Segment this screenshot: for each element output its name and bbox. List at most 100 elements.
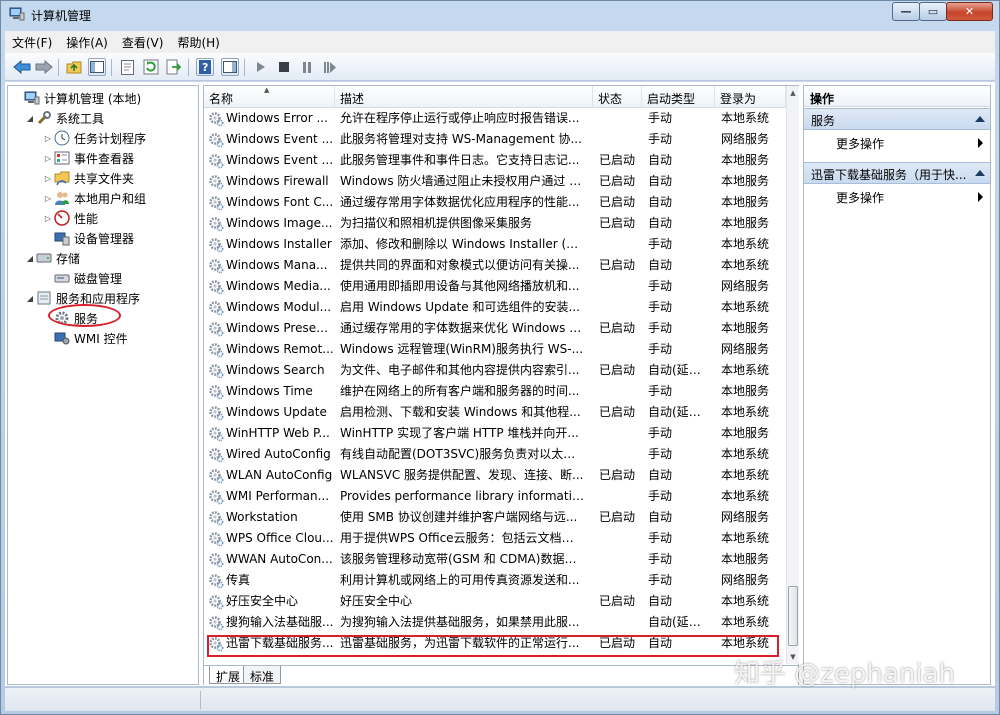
service-name: Windows Event ... [226,153,334,167]
tree-node[interactable]: ▷ 共享文件夹 [42,168,134,188]
table-row[interactable]: Windows Presen... 通过缓存常用的字体数据来优化 Windows … [204,318,786,339]
collapse-arrow-icon[interactable]: ◢ [24,114,36,123]
table-row[interactable]: Windows Time 维护在网络上的所有客户端和服务器的时间... 手动 本地服务 [204,381,786,402]
table-row[interactable]: Windows Firewall Windows 防火墙通过阻止未授权用户通过 I… [204,171,786,192]
column-header-log-on-as[interactable]: 登录为 [715,86,786,108]
collapse-caret-icon[interactable] [975,116,985,122]
table-row[interactable]: Windows Error ... 允许在程序停止运行或停止响应时报告错误... 手… [204,108,786,129]
collapse-arrow-icon[interactable]: ◢ [24,254,36,263]
menu-file[interactable]: 文件(F) [5,31,59,53]
tree-node[interactable]: ◢ 系统工具 [24,108,104,128]
table-row[interactable]: WLAN AutoConfig WLANSVC 服务提供配置、发现、连接、断...… [204,465,786,486]
table-row[interactable]: Windows Event ... 此服务将管理对支持 WS-Management… [204,129,786,150]
table-row[interactable]: Windows Image... 为扫描仪和照相机提供图像采集服务 已启动 自动 本地服… [204,213,786,234]
tree-node[interactable]: WMI 控件 [42,328,128,348]
service-name: Workstation [226,510,298,524]
expand-arrow-icon[interactable]: ▷ [42,214,54,223]
table-row[interactable]: Windows Mana... 提供共同的界面和对象模式以便访问有关操... 已启动… [204,255,786,276]
service-description: 允许在程序停止运行或停止响应时报告错误... [340,111,580,125]
service-startup-type: 自动 [648,468,673,482]
help-button[interactable]: ? [196,58,214,76]
service-startup-type: 手动 [648,426,673,440]
tree-node[interactable]: 磁盘管理 [42,268,122,288]
service-description: 启用 Windows Update 和可选组件的安装... [340,300,580,314]
tab-extended[interactable]: 扩展 [209,666,248,684]
refresh-button[interactable] [142,58,160,76]
maximize-button[interactable]: ▭ [919,2,947,21]
table-row[interactable]: Windows Search 为文件、电子邮件和其他内容提供内容索引... 已启动自… [204,360,786,381]
properties-button[interactable] [118,58,136,76]
table-row[interactable]: Windows Remot... Windows 远程管理(WinRM)服务执行 … [204,339,786,360]
menu-help[interactable]: 帮助(H) [170,31,226,53]
tree-node[interactable]: ▷ 本地用户和组 [42,188,146,208]
service-gear-icon [208,510,224,526]
pause-service-button[interactable] [298,58,316,76]
scrollbar-thumb[interactable] [788,586,798,646]
tree-node[interactable]: 计算机管理 (本地) [12,88,141,108]
show-hide-action-pane-button[interactable] [221,58,239,76]
collapse-caret-icon[interactable] [975,170,985,176]
table-row[interactable]: WMI Performan... Provides performance lib… [204,486,786,507]
back-button[interactable] [13,58,31,76]
column-header-status[interactable]: 状态 [593,86,642,108]
table-row[interactable]: Windows Installer 添加、修改和删除以 Windows Insta… [204,234,786,255]
device-manager-icon [54,230,70,246]
service-gear-icon [208,531,224,547]
tree-node[interactable]: ▷ 性能 [42,208,98,228]
menu-view[interactable]: 查看(V) [115,31,171,53]
table-row[interactable]: Windows Update 启用检测、下载和安装 Windows 和其他程...… [204,402,786,423]
expand-arrow-icon[interactable]: ▷ [42,194,54,203]
table-row[interactable]: Windows Event ... 此服务管理事件和事件日志。它支持日志记... 已… [204,150,786,171]
service-log-on-as: 本地系统 [721,615,770,629]
restart-service-button[interactable] [321,58,339,76]
forward-button[interactable] [35,58,53,76]
expand-arrow-icon[interactable]: ▷ [42,134,54,143]
service-status [599,612,643,633]
vertical-scrollbar[interactable]: ▲ ▼ [786,86,799,664]
close-button[interactable]: ✕ [946,2,993,21]
table-row[interactable]: 好压安全中心 好压安全中心 已启动 自动 本地系统 [204,591,786,612]
column-header-description[interactable]: 描述 [335,86,593,108]
table-row[interactable]: Windows Font C... 通过缓存常用字体数据优化应用程序的性能... 已… [204,192,786,213]
service-description: 为搜狗输入法提供基础服务，如果禁用此服... [340,615,580,629]
table-row[interactable]: WWAN AutoCon... 该服务管理移动宽带(GSM 和 CDMA)数据卡.… [204,549,786,570]
service-name: WPS Office Clou... [226,531,334,545]
table-row[interactable]: WinHTTP Web P... WinHTTP 实现了客户端 HTTP 堆栈并向… [204,423,786,444]
window-title: 计算机管理 [31,9,92,23]
expand-arrow-icon[interactable]: ▷ [42,174,54,183]
expand-arrow-icon[interactable]: ▷ [42,154,54,163]
column-header-name[interactable]: 名称 ▲ [204,86,335,108]
tree-node[interactable]: ▷ 任务计划程序 [42,128,146,148]
tree-node-label: 系统工具 [56,111,105,126]
table-row[interactable]: WPS Office Clou... 用于提供WPS Office云服务：包括云文… [204,528,786,549]
tree-node[interactable]: 设备管理器 [42,228,134,248]
menu-action[interactable]: 操作(A) [59,31,115,53]
service-gear-icon [208,426,224,442]
service-status: 已启动 [599,594,636,608]
title-bar[interactable]: 计算机管理 — ▭ ✕ [1,1,999,29]
start-service-button[interactable] [252,58,270,76]
show-hide-tree-button[interactable] [88,58,106,76]
more-actions-services[interactable]: 更多操作 [804,132,990,154]
table-row[interactable]: 搜狗输入法基础服... 为搜狗输入法提供基础服务，如果禁用此服... 自动(延迟..… [204,612,786,633]
tree-node-label: 计算机管理 (本地) [44,91,142,106]
scroll-up-icon[interactable]: ▲ [787,86,799,100]
tree-node[interactable]: ▷ 事件查看器 [42,148,134,168]
table-row[interactable]: 传真 利用计算机或网络上的可用传真资源发送和... 手动 网络服务 [204,570,786,591]
actions-section-selected-service[interactable]: 迅雷下载基础服务（用于快... [804,162,990,184]
status-bar-divider [200,691,201,709]
minimize-button[interactable]: — [892,2,920,21]
export-list-button[interactable] [165,58,183,76]
table-row[interactable]: Wired AutoConfig 有线自动配置(DOT3SVC)服务负责对以太网.… [204,444,786,465]
table-row[interactable]: Windows Modul... 启用 Windows Update 和可选组件的… [204,297,786,318]
tab-standard[interactable]: 标准 [243,666,282,684]
up-folder-button[interactable] [65,58,83,76]
actions-section-services[interactable]: 服务 [804,108,990,130]
stop-service-button[interactable] [275,58,293,76]
column-header-startup-type[interactable]: 启动类型 [642,86,715,108]
table-row[interactable]: Windows Media... 使用通用即插即用设备与其他网络播放机和... 手动… [204,276,786,297]
more-actions-selected-service[interactable]: 更多操作 [804,186,990,208]
collapse-arrow-icon[interactable]: ◢ [24,294,36,303]
tree-node[interactable]: ◢ 存储 [24,248,80,268]
table-row[interactable]: Workstation 使用 SMB 协议创建并维护客户端网络与远... 已启动 自动… [204,507,786,528]
